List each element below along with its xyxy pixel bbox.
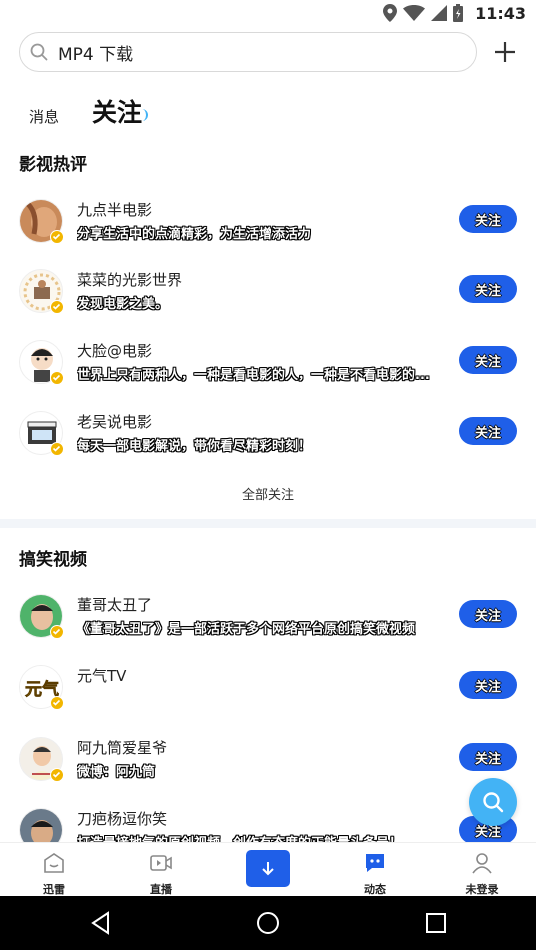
- nav-label: 直播: [150, 883, 172, 896]
- nav-item-live[interactable]: 直播: [131, 849, 191, 896]
- status-bar: 11:43: [0, 0, 536, 26]
- follow-button[interactable]: 关注: [459, 600, 517, 628]
- tab-messages[interactable]: 消息: [29, 106, 59, 127]
- list-item[interactable]: 阿九筒爱星爷 微博：阿九筒 关注: [0, 737, 536, 801]
- search-icon: [483, 792, 504, 813]
- follow-button[interactable]: 关注: [459, 743, 517, 771]
- cell-signal-icon: [431, 5, 448, 21]
- list-item[interactable]: 元气 元气TV 关注: [0, 665, 536, 729]
- verified-badge-icon: [50, 371, 64, 385]
- all-follow-link[interactable]: 全部关注: [0, 484, 536, 503]
- account-desc: 分享生活中的点滴精彩，为生活增添活力: [77, 227, 312, 242]
- download-arrow-icon: [262, 861, 274, 875]
- account-desc: 发现电影之美。: [77, 297, 169, 312]
- verified-badge-icon: [50, 442, 64, 456]
- follow-button[interactable]: 关注: [459, 671, 517, 699]
- top-tabs: 消息 关注: [0, 88, 536, 132]
- verified-badge-icon: [50, 230, 64, 244]
- nav-label: 迅雷: [43, 883, 65, 896]
- account-name: 元气TV: [77, 667, 127, 685]
- status-time: 11:43: [475, 3, 526, 23]
- search-input[interactable]: MP4 下载: [19, 32, 477, 72]
- follow-button[interactable]: 关注: [459, 417, 517, 445]
- section-title-funny: 搞笑视频: [19, 550, 87, 570]
- account-name: 阿九筒爱星爷: [77, 739, 168, 757]
- add-icon[interactable]: [491, 38, 519, 66]
- tab-following[interactable]: 关注: [92, 93, 142, 129]
- list-item[interactable]: 老吴说电影 每天一部电影解说，带你看尽精彩时刻！ 关注: [0, 411, 536, 475]
- nav-label: 动态: [364, 883, 386, 896]
- home-box-icon: [44, 853, 64, 873]
- search-row: MP4 下载: [19, 32, 519, 74]
- bottom-nav: 迅雷 直播 动态 未登录: [0, 842, 536, 896]
- account-desc: 微博：阿九筒: [77, 765, 156, 780]
- live-video-icon: [150, 855, 172, 871]
- recents-icon[interactable]: [423, 910, 449, 936]
- verified-badge-icon: [50, 625, 64, 639]
- account-name: 菜菜的光影世界: [77, 271, 183, 289]
- account-desc: 每天一部电影解说，带你看尽精彩时刻！: [77, 439, 312, 454]
- follow-button[interactable]: 关注: [459, 346, 517, 374]
- list-item[interactable]: 董哥太丑了 《董哥太丑了》是一部活跃于多个网络平台原创搞笑微视频 关注: [0, 594, 536, 658]
- account-desc: 世界上只有两种人，一种是看电影的人，一种是不看电影的...: [77, 368, 430, 383]
- download-button[interactable]: [246, 850, 290, 887]
- section-divider: [0, 519, 536, 528]
- system-nav-bar: [0, 896, 536, 950]
- nav-item-feed[interactable]: 动态: [345, 849, 405, 896]
- battery-icon: [453, 4, 464, 22]
- account-name: 董哥太丑了: [77, 596, 153, 614]
- follow-button[interactable]: 关注: [459, 275, 517, 303]
- search-query: MP4 下载: [58, 44, 134, 65]
- verified-badge-icon: [50, 300, 64, 314]
- tab-indicator-icon: [142, 109, 148, 121]
- location-icon: [383, 4, 398, 22]
- account-name: 刀疤杨逗你笑: [77, 810, 168, 828]
- floating-search-button[interactable]: [469, 778, 517, 826]
- follow-button[interactable]: 关注: [459, 205, 517, 233]
- user-icon: [472, 853, 492, 874]
- list-item[interactable]: 九点半电影 分享生活中的点滴精彩，为生活增添活力 关注: [0, 199, 536, 263]
- list-item[interactable]: 菜菜的光影世界 发现电影之美。 关注: [0, 269, 536, 333]
- list-item[interactable]: 大脸@电影 世界上只有两种人，一种是看电影的人，一种是不看电影的... 关注: [0, 340, 536, 404]
- nav-item-login[interactable]: 未登录: [452, 849, 512, 896]
- section-title-film: 影视热评: [19, 155, 87, 175]
- nav-label: 未登录: [465, 883, 499, 896]
- account-name: 大脸@电影: [77, 342, 153, 360]
- nav-item-xunlei[interactable]: 迅雷: [24, 849, 84, 896]
- chat-bubble-icon: [366, 854, 384, 872]
- search-icon: [30, 43, 48, 61]
- verified-badge-icon: [50, 768, 64, 782]
- home-icon[interactable]: [255, 910, 281, 936]
- wifi-icon: [403, 5, 426, 21]
- account-name: 老吴说电影: [77, 413, 153, 431]
- account-name: 九点半电影: [77, 201, 153, 219]
- back-icon[interactable]: [88, 910, 114, 936]
- account-desc: 《董哥太丑了》是一部活跃于多个网络平台原创搞笑微视频: [77, 622, 416, 637]
- verified-badge-icon: [50, 696, 64, 710]
